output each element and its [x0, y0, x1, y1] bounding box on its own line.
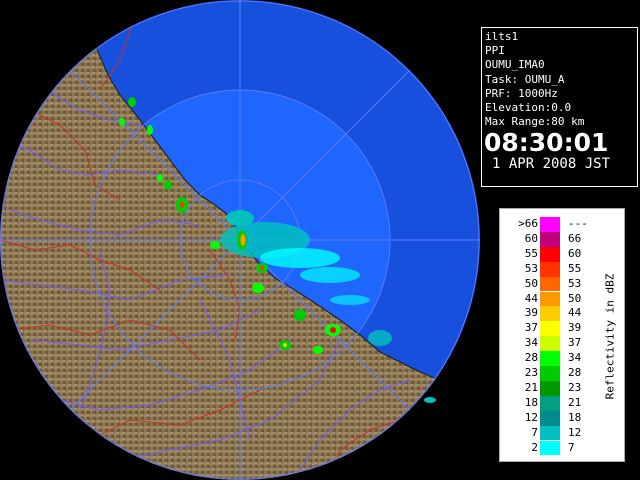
legend-color-swatch — [540, 351, 560, 366]
prf-value: PRF: 1000Hz — [485, 86, 558, 100]
scan-type: PPI — [485, 44, 505, 58]
legend-color-swatch — [540, 276, 560, 292]
legend-lo-value: 50 — [524, 276, 538, 290]
legend-color-swatch — [540, 246, 560, 262]
legend-title: Reflectivity in dBZ — [601, 221, 619, 451]
legend-lo-value: 34 — [524, 336, 538, 350]
legend-color-swatch — [540, 217, 560, 232]
legend-color-swatch — [540, 425, 560, 441]
legend-hi-value: 18 — [568, 410, 582, 424]
legend-hi-value: 66 — [568, 231, 582, 245]
scan-info-panel: ilts1 PPI OUMU_IMA0 Task: OUMU_A PRF: 10… — [481, 27, 638, 187]
legend-lo-value: 55 — [524, 246, 538, 260]
legend-color-swatch — [540, 380, 560, 396]
legend-lo-value: 7 — [531, 425, 538, 439]
legend-lo-value: 44 — [524, 291, 538, 305]
legend-lo-value: 53 — [524, 261, 538, 275]
legend-lo-value: 28 — [524, 351, 538, 365]
legend-color-swatch — [540, 410, 560, 426]
legend-hi-value: --- — [568, 217, 588, 230]
legend-hi-value: 55 — [568, 261, 582, 275]
legend-color-swatch — [540, 366, 560, 381]
legend-lo-value: 37 — [524, 321, 538, 335]
legend-hi-value: 7 — [568, 440, 575, 454]
legend-hi-value: 21 — [568, 395, 582, 409]
legend-lo-value: 18 — [524, 395, 538, 409]
legend-hi-value: 53 — [568, 276, 582, 290]
legend-hi-value: 12 — [568, 425, 582, 439]
legend-lo-value: 23 — [524, 366, 538, 379]
scan-date: 1 APR 2008 JST — [492, 156, 611, 173]
legend-hi-value: 37 — [568, 336, 582, 350]
legend-lo-value: 2 — [531, 440, 538, 454]
legend-hi-value: 39 — [568, 321, 582, 335]
legend-color-swatch — [540, 291, 560, 307]
legend-color-swatch — [540, 395, 560, 411]
scan-time: 08:30:01 — [484, 128, 609, 158]
product-name: OUMU_IMA0 — [485, 58, 545, 72]
legend-color-swatch — [540, 231, 560, 247]
legend-color-swatch — [540, 321, 560, 337]
max-range-value: Max Range:80 km — [485, 115, 585, 129]
legend-lo-value: 60 — [524, 231, 538, 245]
legend-color-swatch — [540, 440, 560, 456]
legend-lo-value: 12 — [524, 410, 538, 424]
elevation-value: Elevation:0.0 — [485, 101, 572, 115]
legend-hi-value: 28 — [568, 366, 582, 379]
legend-hi-value: 34 — [568, 351, 582, 365]
legend-lo-value: 21 — [524, 380, 538, 394]
legend-lo-value: 39 — [524, 306, 538, 320]
legend-title-text: Reflectivity in dBZ — [603, 273, 617, 399]
reflectivity-legend: >66 --- 60 66 55 60 53 55 50 53 44 50 39 44 37 39 34 37 28… — [499, 208, 625, 462]
legend-hi-value: 44 — [568, 306, 582, 320]
legend-hi-value: 60 — [568, 246, 582, 260]
station-name: ilts1 — [485, 30, 519, 43]
legend-lo-value: >66 — [518, 217, 538, 230]
legend-hi-value: 50 — [568, 291, 582, 305]
task-name: Task: OUMU_A — [485, 72, 565, 86]
legend-hi-value: 23 — [568, 380, 582, 394]
legend-color-swatch — [540, 306, 560, 322]
radar-ppi-map — [0, 0, 480, 480]
legend-color-swatch — [540, 336, 560, 352]
legend-color-swatch — [540, 261, 560, 277]
